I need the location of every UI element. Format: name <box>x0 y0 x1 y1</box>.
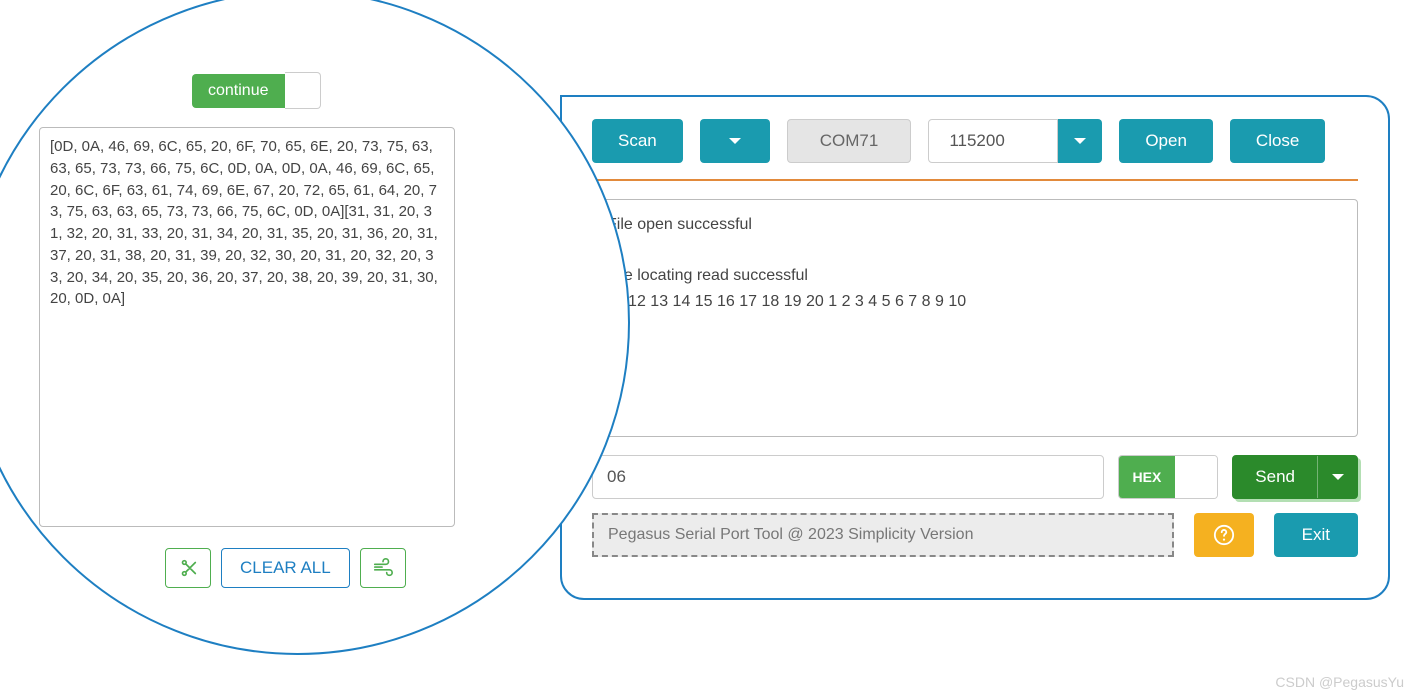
hex-toggle-off[interactable] <box>1175 456 1217 498</box>
send-button[interactable]: Send <box>1233 456 1317 498</box>
send-button-group: Send <box>1232 455 1358 499</box>
exit-button[interactable]: Exit <box>1274 513 1358 557</box>
baud-input[interactable] <box>928 119 1058 163</box>
clear-all-button[interactable]: CLEAR ALL <box>221 548 350 588</box>
hex-toggle[interactable]: HEX <box>1118 455 1219 499</box>
baud-dropdown[interactable] <box>1058 119 1102 163</box>
continue-group: continue <box>192 72 321 109</box>
hex-dump-box: [0D, 0A, 46, 69, 6C, 65, 20, 6F, 70, 65,… <box>39 127 455 527</box>
watermark: CSDN @PegasusYu <box>1275 674 1404 690</box>
baud-select[interactable] <box>928 119 1102 163</box>
scissors-icon <box>177 557 199 579</box>
wind-icon <box>372 557 394 579</box>
send-dropdown[interactable] <box>1317 456 1357 498</box>
left-bubble: continue [0D, 0A, 46, 69, 6C, 65, 20, 6F… <box>0 0 630 655</box>
serial-output: File open successful File locating read … <box>592 199 1358 437</box>
right-panel: Scan COM71 Open Close File open successf… <box>560 95 1390 600</box>
cut-right-button[interactable] <box>360 548 406 588</box>
info-label: Pegasus Serial Port Tool @ 2023 Simplici… <box>592 513 1174 557</box>
toolbar: Scan COM71 Open Close <box>592 119 1358 181</box>
help-icon <box>1213 524 1235 546</box>
open-button[interactable]: Open <box>1119 119 1213 163</box>
chevron-down-icon <box>729 138 741 144</box>
send-row: HEX Send <box>592 455 1358 499</box>
chevron-down-icon <box>1074 138 1086 144</box>
continue-toggle-off[interactable] <box>285 72 321 109</box>
scan-dropdown[interactable] <box>700 119 770 163</box>
close-button[interactable]: Close <box>1230 119 1325 163</box>
chevron-down-icon <box>1332 474 1344 480</box>
help-button[interactable] <box>1194 513 1254 557</box>
footer-row: Pegasus Serial Port Tool @ 2023 Simplici… <box>592 513 1358 557</box>
continue-button[interactable]: continue <box>192 74 285 108</box>
cut-left-button[interactable] <box>165 548 211 588</box>
scan-button[interactable]: Scan <box>592 119 683 163</box>
left-bottom-controls: CLEAR ALL <box>165 548 406 588</box>
com-port-field[interactable]: COM71 <box>787 119 912 163</box>
send-input[interactable] <box>592 455 1104 499</box>
hex-toggle-on[interactable]: HEX <box>1119 456 1176 498</box>
